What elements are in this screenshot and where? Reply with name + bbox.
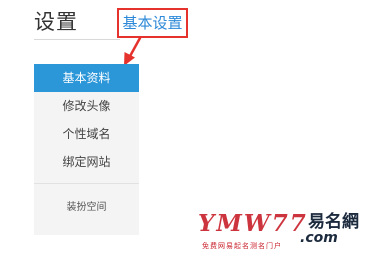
sidebar-item-change-avatar[interactable]: 修改头像 (34, 92, 139, 120)
page-title: 设置 (34, 10, 78, 34)
title-divider (34, 39, 120, 40)
sidebar-item-custom-domain[interactable]: 个性域名 (34, 120, 139, 148)
sidebar-item-basic-info[interactable]: 基本资料 (34, 64, 139, 92)
sidebar-divider (34, 183, 139, 184)
annotation-highlight-box: 基本设置 (117, 8, 188, 38)
sidebar-item-decorate-space[interactable]: 装扮空间 (34, 194, 139, 222)
settings-sidebar: 基本资料 修改头像 个性域名 绑定网站 装扮空间 (34, 64, 139, 235)
settings-page: 设置 基本设置 基本资料 修改头像 个性域名 绑定网站 装扮空间 YMW77 易… (0, 0, 368, 258)
sidebar-item-bind-website[interactable]: 绑定网站 (34, 148, 139, 176)
watermark-tagline: 免费网易起名测名门户 (202, 242, 282, 250)
annotation-label: 基本设置 (122, 14, 183, 32)
watermark-logo: YMW77 易名網 .com 免费网易起名测名门户 (196, 210, 364, 254)
watermark-domain: .com (300, 230, 338, 246)
watermark-brand: YMW77 (198, 210, 308, 237)
